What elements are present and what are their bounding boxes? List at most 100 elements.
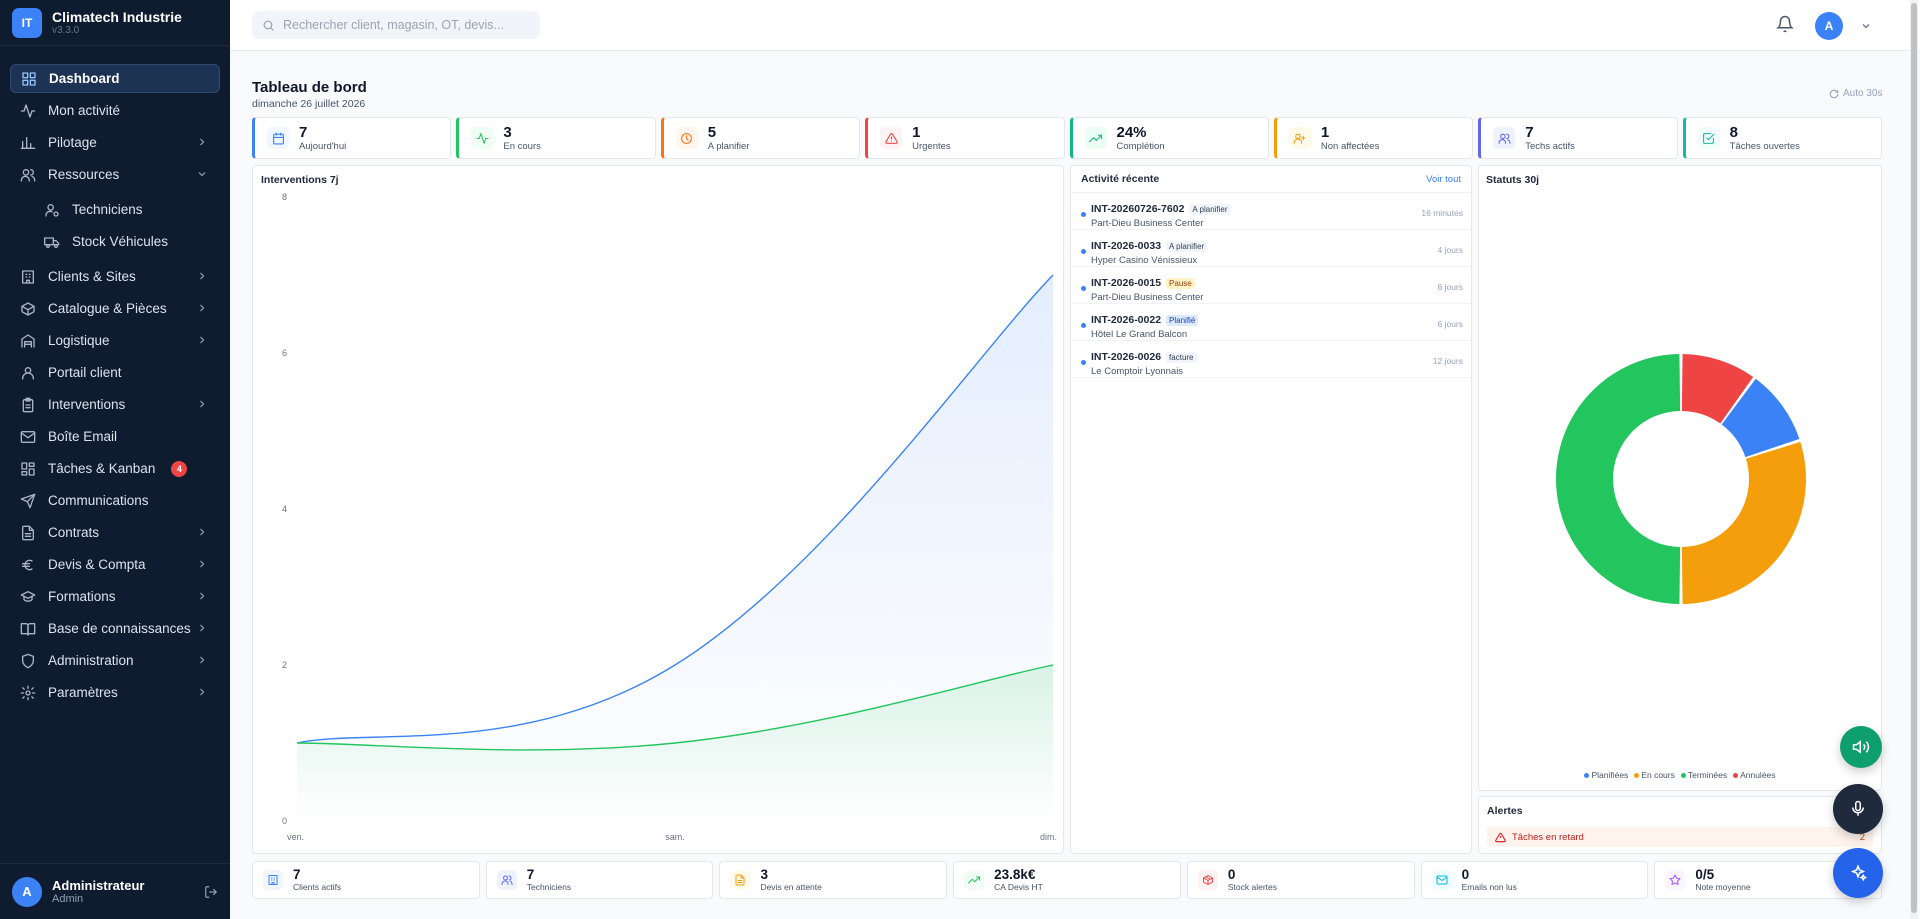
legend-item[interactable]: Annulées — [1733, 770, 1776, 780]
activity-item[interactable]: INT-2026-0015 Pause Part-Dieu Business Cen… — [1071, 267, 1471, 304]
status-badge: facture — [1166, 351, 1197, 363]
sidebar-item-label: Ressources — [48, 167, 120, 182]
header-avatar[interactable]: A — [1815, 12, 1843, 40]
donut-slice-en-cours[interactable] — [1681, 441, 1806, 604]
sidebar-item-dashboard[interactable]: Dashboard — [10, 64, 220, 93]
activity-title: Activité récente — [1081, 173, 1160, 185]
page-scrollbar[interactable] — [1910, 0, 1918, 919]
kpi-card-a-planifier[interactable]: 5A planifier — [660, 117, 861, 159]
kpi-icon — [1288, 127, 1311, 149]
sidebar-item-label: Boîte Email — [48, 429, 118, 444]
summary-label: Stock alertes — [1227, 882, 1278, 892]
sidebar-item-parametres[interactable]: Paramètres — [10, 678, 220, 707]
summary-value: 3 — [760, 867, 768, 882]
user-role: Admin — [52, 893, 84, 905]
kpi-card-techs-actifs[interactable]: 7 Techs actifs — [1478, 117, 1678, 159]
chevron-down-icon[interactable] — [1860, 20, 1872, 32]
activity-item[interactable]: INT-2026-0033 A planifier Hyper Casino Vén… — [1071, 230, 1471, 267]
chevron-right-icon — [200, 272, 205, 280]
send-icon — [20, 493, 36, 508]
search-box[interactable] — [252, 11, 540, 39]
summary-card-stock-alertes[interactable]: 0 Stock alertes — [1186, 861, 1415, 899]
kpi-card-aujourd-hui[interactable]: 7 Aujourd'hui — [252, 117, 452, 159]
sidebar-item-pilotage[interactable]: Pilotage — [10, 128, 220, 157]
sidebar-item-catalogue-pieces[interactable]: Catalogue & Pièces — [10, 294, 220, 323]
page-date: dimanche 26 juillet 2026 — [252, 98, 366, 110]
legend-swatch — [1680, 773, 1686, 779]
alert-item[interactable]: Tâches en retard 2 — [1487, 827, 1873, 847]
chart-legend: Planifiées En cours Terminées Annulées — [1479, 770, 1881, 780]
x-tick-label: ven. — [287, 832, 304, 842]
sidebar-item-label: Stock Véhicules — [72, 234, 169, 249]
kpi-icon — [880, 127, 903, 149]
sidebar-item-logistique[interactable]: Logistique — [10, 326, 220, 355]
chevron-down-icon — [198, 172, 206, 177]
sidebar-item-base-de-connaissances[interactable]: Base de connaissances — [10, 614, 220, 643]
search-input[interactable] — [283, 18, 523, 32]
sidebar-item-boite-email[interactable]: Boîte Email — [10, 422, 220, 451]
sidebar-item-administration[interactable]: Administration — [10, 646, 220, 675]
brand[interactable]: IT Climatech Industrie v3.3.0 — [0, 0, 230, 46]
assistant-button[interactable] — [1833, 848, 1883, 898]
summary-label: Techniciens — [526, 882, 572, 892]
summary-card-clients-actifs[interactable]: 7 Clients actifs — [252, 861, 480, 899]
kpi-icon — [1084, 127, 1107, 149]
sidebar-item-communications[interactable]: Communications — [10, 486, 220, 515]
user-profile[interactable]: A Administrateur Admin — [0, 863, 230, 919]
auto-refresh-toggle[interactable]: Auto 30s — [1829, 88, 1882, 99]
clipboard-icon — [22, 397, 34, 412]
summary-card-ca-devis-ht[interactable]: 23.8k€ CA Devis HT — [953, 861, 1181, 899]
sidebar-item-clients-sites[interactable]: Clients & Sites — [10, 262, 220, 291]
sidebar-item-mon-activite[interactable]: Mon activité — [10, 96, 220, 125]
kpi-card-urgentes[interactable]: 1 Urgentes — [865, 117, 1065, 159]
summary-value: 7 — [293, 867, 301, 882]
sidebar-item-formations[interactable]: Formations — [10, 582, 220, 611]
legend-swatch — [1634, 773, 1640, 779]
summary-card-techniciens[interactable]: 7 Techniciens — [485, 861, 714, 899]
logout-icon[interactable] — [204, 885, 218, 899]
mic-button[interactable] — [1833, 784, 1883, 834]
sidebar-item-portail-client[interactable]: Portail client — [10, 358, 220, 387]
sidebar-item-ressources[interactable]: Ressources — [10, 160, 220, 189]
speaker-button[interactable] — [1840, 726, 1882, 768]
activity-item[interactable]: INT-2026-0022 Planifié Hôtel Le Grand Balc… — [1071, 304, 1471, 341]
intervention-ref: INT-2026-0015 — [1091, 277, 1162, 289]
legend-item[interactable]: Terminées — [1680, 770, 1727, 780]
activity-item[interactable]: INT-20260726-7602 A planifier Part-Dieu Bu… — [1071, 193, 1471, 230]
sidebar-item-techniciens[interactable]: Techniciens — [10, 195, 220, 224]
scrollbar-thumb[interactable] — [1911, 3, 1917, 913]
sidebar-item-stock-vehicules[interactable]: Stock Véhicules — [10, 227, 220, 256]
status-badge: A planifier — [1189, 203, 1231, 215]
kpi-card-en-cours[interactable]: 3 En cours — [456, 117, 656, 159]
site-name: Le Comptoir Lyonnais — [1091, 366, 1184, 377]
gear-icon — [20, 685, 36, 700]
see-all-link[interactable]: Voir tout — [1426, 174, 1461, 185]
chevron-right-icon — [200, 336, 205, 344]
kpi-card-taches-ouvertes[interactable]: 8 Tâches ouvertes — [1682, 117, 1882, 159]
summary-card-emails-non-lus[interactable]: 0 Emails non lus — [1420, 861, 1649, 899]
sidebar-item-label: Catalogue & Pièces — [48, 301, 167, 316]
sidebar-item-devis-compta[interactable]: Devis & Compta — [10, 550, 220, 579]
legend-item[interactable]: En cours — [1634, 770, 1675, 780]
sparkle-icon — [1850, 864, 1867, 882]
sidebar-item-label: Formations — [48, 589, 116, 604]
summary-card-devis-en-attente[interactable]: 3 Devis en attente — [719, 861, 948, 899]
sidebar-item-label: Tâches & Kanban — [48, 461, 156, 476]
legend-item[interactable]: Planifiées — [1584, 770, 1628, 780]
sidebar-item-interventions[interactable]: Interventions — [10, 390, 220, 419]
sidebar-item-contrats[interactable]: Contrats — [10, 518, 220, 547]
sidebar-item-taches-kanban[interactable]: Tâches & Kanban 4 — [10, 454, 220, 483]
y-tick-label: 2 — [282, 660, 287, 670]
kpi-card-completion[interactable]: 24% Complétion — [1069, 117, 1269, 159]
activity-card: Activité récente Voir tout INT-20260726-… — [1070, 165, 1472, 854]
donut-slice-terminees[interactable] — [1555, 354, 1681, 604]
kpi-label: Techs actifs — [1525, 140, 1575, 152]
check-square-icon — [1703, 132, 1715, 144]
kpi-card-non-affectees[interactable]: 1 Non affectées — [1273, 117, 1474, 159]
grid-icon — [22, 71, 36, 86]
legend-label: En cours — [1641, 770, 1675, 780]
bell-icon[interactable] — [1776, 15, 1794, 33]
chevron-right-icon — [200, 304, 205, 312]
chevron-right-icon — [200, 528, 205, 536]
activity-item[interactable]: INT-2026-0026 facture Le Comptoir Lyonnais… — [1071, 341, 1471, 378]
